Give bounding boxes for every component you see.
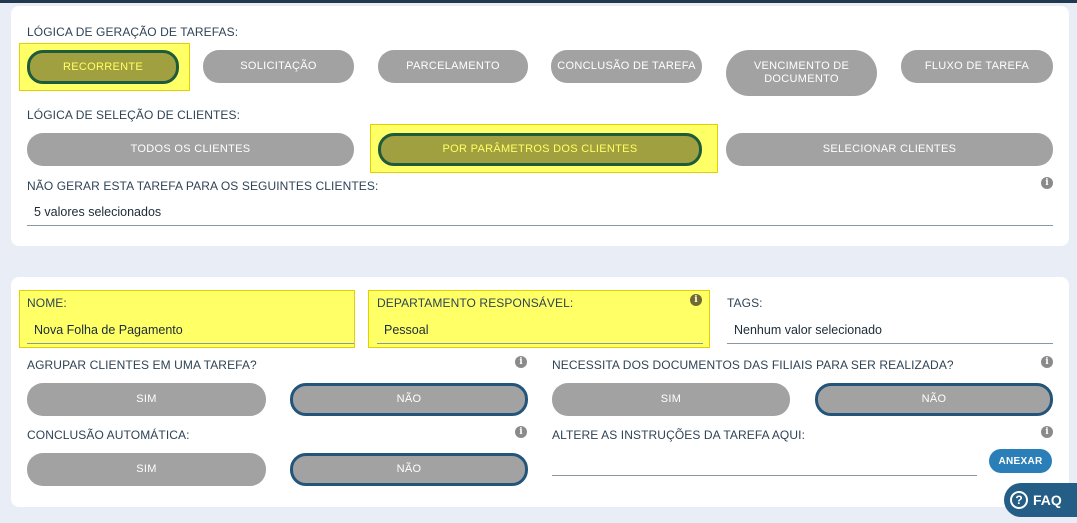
group-clients-no-button[interactable]: NÃO	[290, 383, 528, 416]
branch-docs-label: NECESSITA DOS DOCUMENTOS DAS FILIAIS PAR…	[552, 358, 954, 372]
attach-button[interactable]: ANEXAR	[989, 449, 1052, 473]
generation-option-solicitacao[interactable]: SOLICITAÇÃO	[203, 50, 354, 83]
generation-option-vencimento-de-documento[interactable]: VENCIMENTO DE DOCUMENTO	[726, 50, 877, 96]
faq-button[interactable]: ? FAQ	[1004, 483, 1077, 517]
department-label: DEPARTAMENTO RESPONSÁVEL:	[377, 296, 574, 310]
tags-label: TAGS:	[727, 296, 763, 310]
faq-label: FAQ	[1033, 492, 1062, 508]
info-icon[interactable]: i	[515, 356, 527, 368]
exclude-clients-select[interactable]: 5 valores selecionados	[27, 199, 1053, 226]
info-icon[interactable]: i	[690, 294, 702, 306]
question-icon: ?	[1010, 491, 1028, 509]
generation-option-conclusao-de-tarefa[interactable]: CONCLUSÃO DE TAREFA	[551, 50, 702, 83]
auto-conclusion-no-button[interactable]: NÃO	[290, 453, 528, 486]
info-icon[interactable]: i	[1041, 426, 1053, 438]
client-selection-label: LÓGICA DE SELEÇÃO DE CLIENTES:	[27, 108, 241, 122]
name-label: NOME:	[27, 296, 67, 310]
exclude-clients-label: NÃO GERAR ESTA TAREFA PARA OS SEGUINTES …	[27, 179, 379, 193]
group-clients-yes-button[interactable]: SIM	[27, 383, 266, 416]
group-clients-label: AGRUPAR CLIENTES EM UMA TAREFA?	[27, 358, 257, 372]
generation-option-parcelamento[interactable]: PARCELAMENTO	[378, 50, 528, 83]
client-option-por-parametros[interactable]: POR PARÂMETROS DOS CLIENTES	[378, 133, 702, 166]
info-icon[interactable]: i	[515, 426, 527, 438]
info-icon[interactable]: i	[1041, 177, 1053, 189]
top-bar	[0, 0, 1077, 3]
generation-option-recorrente[interactable]: RECORRENTE	[27, 50, 179, 84]
generation-logic-label: LÓGICA DE GERAÇÃO DE TAREFAS:	[27, 25, 239, 39]
client-option-todos[interactable]: TODOS OS CLIENTES	[27, 133, 354, 166]
branch-docs-no-button[interactable]: NÃO	[815, 383, 1053, 416]
branch-docs-yes-button[interactable]: SIM	[552, 383, 790, 416]
generation-option-fluxo-de-tarefa[interactable]: FLUXO DE TAREFA	[901, 50, 1053, 83]
name-input[interactable]: Nova Folha de Pagamento	[27, 317, 354, 344]
auto-conclusion-yes-button[interactable]: SIM	[27, 453, 266, 486]
client-option-selecionar[interactable]: SELECIONAR CLIENTES	[726, 133, 1053, 166]
instructions-label: ALTERE AS INSTRUÇÕES DA TAREFA AQUI:	[552, 428, 806, 442]
tags-select[interactable]: Nenhum valor selecionado	[727, 317, 1053, 344]
auto-conclusion-label: CONCLUSÃO AUTOMÁTICA:	[27, 428, 190, 442]
department-select[interactable]: Pessoal	[377, 317, 703, 344]
instructions-input[interactable]	[552, 449, 977, 476]
info-icon[interactable]: i	[1041, 356, 1053, 368]
